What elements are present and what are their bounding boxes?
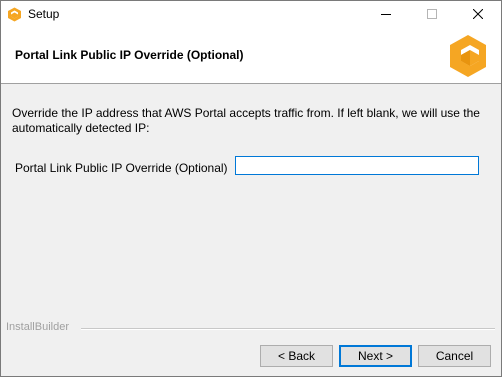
minimize-icon xyxy=(381,8,391,22)
back-button[interactable]: < Back xyxy=(260,345,333,367)
ip-override-label: Portal Link Public IP Override (Optional… xyxy=(15,161,228,175)
cancel-button[interactable]: Cancel xyxy=(418,345,491,367)
app-icon xyxy=(7,7,22,22)
window-title: Setup xyxy=(28,7,60,21)
close-button[interactable] xyxy=(455,1,501,29)
page-header: Portal Link Public IP Override (Optional… xyxy=(1,29,501,84)
next-button[interactable]: Next > xyxy=(339,345,412,367)
cube-logo-icon xyxy=(448,34,488,78)
close-icon xyxy=(472,8,484,22)
maximize-button[interactable] xyxy=(409,1,455,29)
setup-window: Setup Portal Link Public IP Override (Op… xyxy=(0,0,502,377)
page-title: Portal Link Public IP Override (Optional… xyxy=(15,48,244,62)
title-bar: Setup xyxy=(1,1,501,29)
installbuilder-brand: InstallBuilder xyxy=(6,321,69,333)
description-text: Override the IP address that AWS Portal … xyxy=(12,106,480,135)
maximize-icon xyxy=(427,8,437,22)
footer-divider xyxy=(81,328,495,330)
minimize-button[interactable] xyxy=(363,1,409,29)
ip-override-input[interactable] xyxy=(235,156,479,175)
